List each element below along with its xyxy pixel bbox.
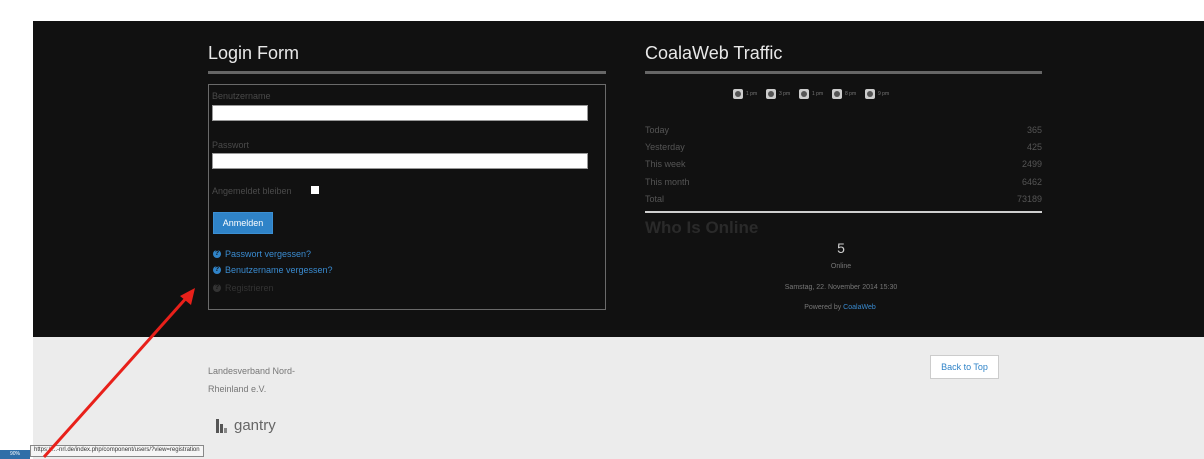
red-annotation-arrow xyxy=(42,288,195,458)
arrow-shaft xyxy=(42,295,190,458)
